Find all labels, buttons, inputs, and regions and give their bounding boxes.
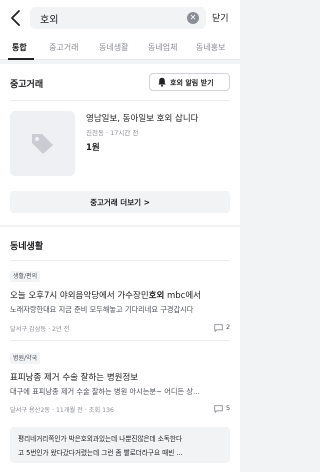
comment-icon [214,405,223,413]
more-button-label: 중고거래 더보기 > [90,198,150,207]
tab-promotion[interactable]: 동네홍보 [196,42,225,53]
item-title[interactable]: 영남일보, 동아일보 호외 삽니다 [86,112,198,124]
comment-icon [214,324,223,332]
alert-button-label: 호외 알림 받기 [170,79,214,87]
comment-snippet[interactable]: 평리네거리쪽인가 박은호외과있는데 나뿐진않은데 소독한다 고 5번인가 왔다갔… [10,427,230,463]
close-button[interactable]: 닫기 [212,11,229,24]
tab-community[interactable]: 동네생활 [99,42,128,53]
search-tabs: 통합 중고거래 동네생활 동네업체 동네홍보 [0,36,240,60]
search-field[interactable]: 호외 ✕ [30,7,206,29]
tab-all[interactable]: 통합 [12,42,27,53]
comment-count: 2 [214,323,234,333]
tab-business[interactable]: 동네업체 [148,42,177,53]
post-title[interactable]: 오늘 오후7시 야외음악당에서 가수장민호외 mbc에서 [10,289,201,301]
keyword-alert-button[interactable]: 호외 알림 받기 [149,73,230,91]
search-query[interactable]: 호외 [40,11,58,26]
active-tab-underline [8,58,34,60]
divider [10,100,230,101]
back-arrow-icon[interactable] [6,8,26,28]
divider [10,340,230,341]
post-body: 노래자랑한대요 지금 준비 모두해놓고 기다리네요 구경갑시다 [10,305,194,314]
highlighted-keyword: 호외 [148,291,165,301]
clear-icon[interactable]: ✕ [187,12,199,24]
post-body: 대구에 표피낭종 제거 수술 잘하는 병원 아시는분~ 어디든 상... [10,387,200,396]
comment-count: 5 [214,404,234,414]
tag-placeholder-icon [32,134,53,154]
post-title[interactable]: 표피낭종 제거 수술 잘하는 병원정보 [10,371,138,383]
post-meta: 달서구 용산2동 · 11개월 전 · 조회 136 [10,407,114,414]
tab-used-trade[interactable]: 중고거래 [49,42,78,53]
used-trade-more-button[interactable]: 중고거래 더보기 > [10,191,230,213]
snippet-line: 평리네거리쪽인가 박은호외과있는데 나뿐진않은데 소독한다 [18,435,183,443]
section-title: 동네생활 [10,242,44,252]
item-thumbnail[interactable] [10,111,75,176]
section-title: 중고거래 [10,80,44,90]
category-badge: 생활/편의 [10,271,41,282]
post-meta: 달서구 감삼동 · 2년 전 [10,326,70,333]
top-bar: 호외 ✕ 닫기 [0,0,240,36]
item-meta: 진천동 · 17시간 전 [86,129,139,137]
category-badge: 병원/약국 [10,353,41,364]
community-section: 동네생활 생활/편의 오늘 오후7시 야외음악당에서 가수장민호외 mbc에서 … [0,227,240,472]
divider [10,260,230,261]
item-price: 1원 [86,143,100,153]
used-trade-section: 중고거래 호외 알림 받기 영남일보, 동아일보 호외 삽니다 진천동 · 17… [0,64,240,225]
snippet-line: 고 5번인가 왔다갔다거렸는데 그런 좀 빨로더라구요 때빈 ... [18,449,183,457]
bell-icon [158,77,166,87]
